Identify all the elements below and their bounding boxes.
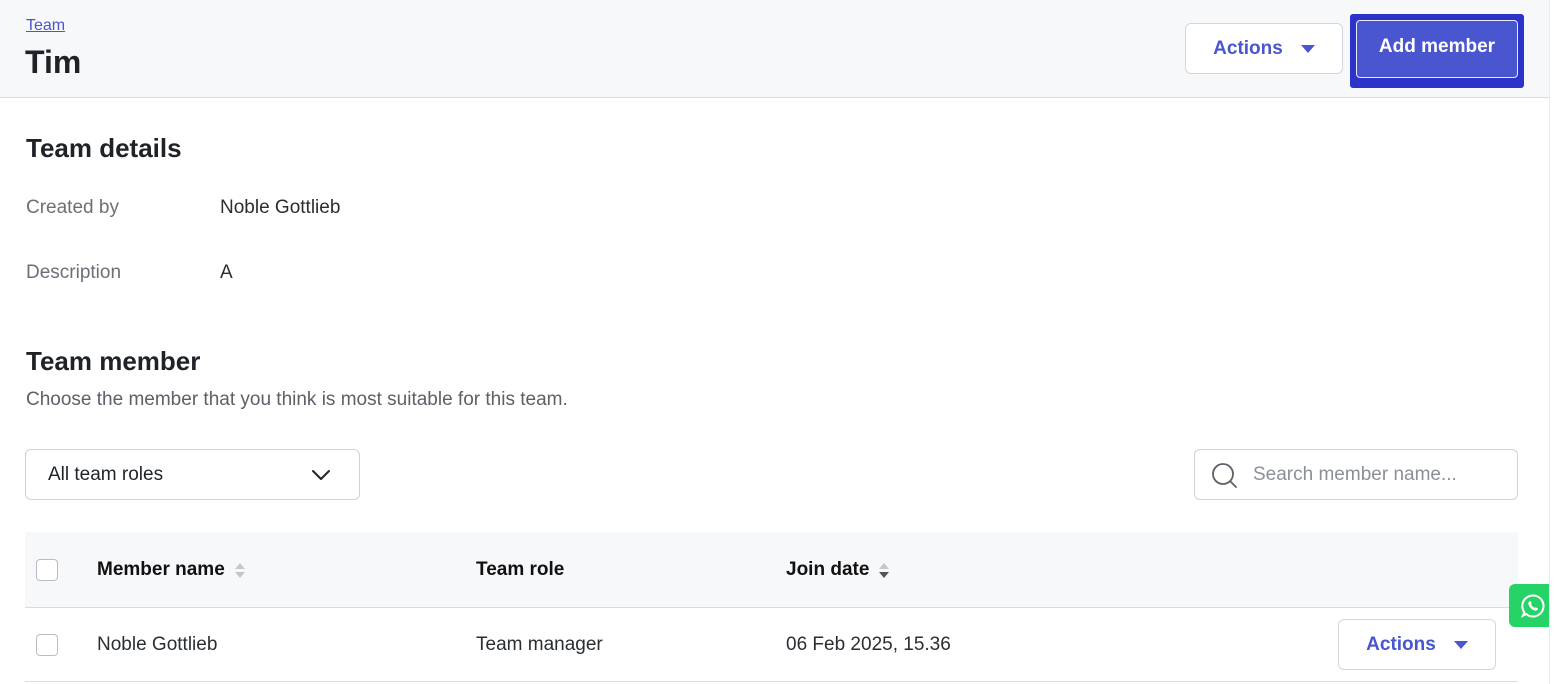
chevron-down-icon xyxy=(312,470,330,480)
select-all-checkbox[interactable] xyxy=(36,559,58,581)
header-actions-button[interactable]: Actions xyxy=(1185,23,1343,74)
created-by-value: Noble Gottlieb xyxy=(220,197,341,218)
team-role-filter-select[interactable]: All team roles xyxy=(25,449,360,500)
table-row: Noble Gottlieb Team manager 06 Feb 2025,… xyxy=(25,609,1518,682)
team-role-cell: Team manager xyxy=(476,634,603,655)
search-icon xyxy=(1212,463,1237,488)
column-join-date[interactable]: Join date xyxy=(786,559,890,581)
created-by-label: Created by xyxy=(26,197,119,218)
description-value: A xyxy=(220,262,233,283)
column-join-date-label: Join date xyxy=(786,559,870,580)
column-team-role: Team role xyxy=(476,559,564,581)
team-member-description: Choose the member that you think is most… xyxy=(26,389,568,410)
page-header: Team Tim Actions xyxy=(0,0,1549,98)
member-search xyxy=(1194,449,1518,500)
sort-descending-icon xyxy=(879,562,890,578)
team-details-title: Team details xyxy=(26,133,182,163)
whatsapp-icon xyxy=(1520,593,1545,618)
column-team-role-label: Team role xyxy=(476,559,565,580)
column-member-name-label: Member name xyxy=(97,559,225,580)
add-member-button[interactable]: Add member xyxy=(1356,20,1518,78)
row-actions-label: Actions xyxy=(1366,633,1436,655)
team-member-title: Team member xyxy=(26,346,201,376)
breadcrumb-team-link[interactable]: Team xyxy=(26,17,65,35)
member-search-input[interactable] xyxy=(1253,458,1503,492)
column-member-name[interactable]: Member name xyxy=(97,559,245,581)
team-role-filter-value: All team roles xyxy=(48,463,164,485)
sort-icon xyxy=(234,562,245,578)
header-actions-label: Actions xyxy=(1213,37,1283,59)
row-checkbox[interactable] xyxy=(36,634,58,656)
members-table-header: Member name Team role Join date xyxy=(25,532,1518,608)
page-title: Tim xyxy=(25,44,82,80)
member-name-cell: Noble Gottlieb xyxy=(97,634,218,655)
description-label: Description xyxy=(26,262,122,283)
scrollbar-track[interactable] xyxy=(1549,0,1557,684)
row-actions-button[interactable]: Actions xyxy=(1338,619,1496,670)
caret-down-icon xyxy=(1300,44,1315,53)
join-date-cell: 06 Feb 2025, 15.36 xyxy=(786,634,951,655)
caret-down-icon xyxy=(1453,640,1468,649)
